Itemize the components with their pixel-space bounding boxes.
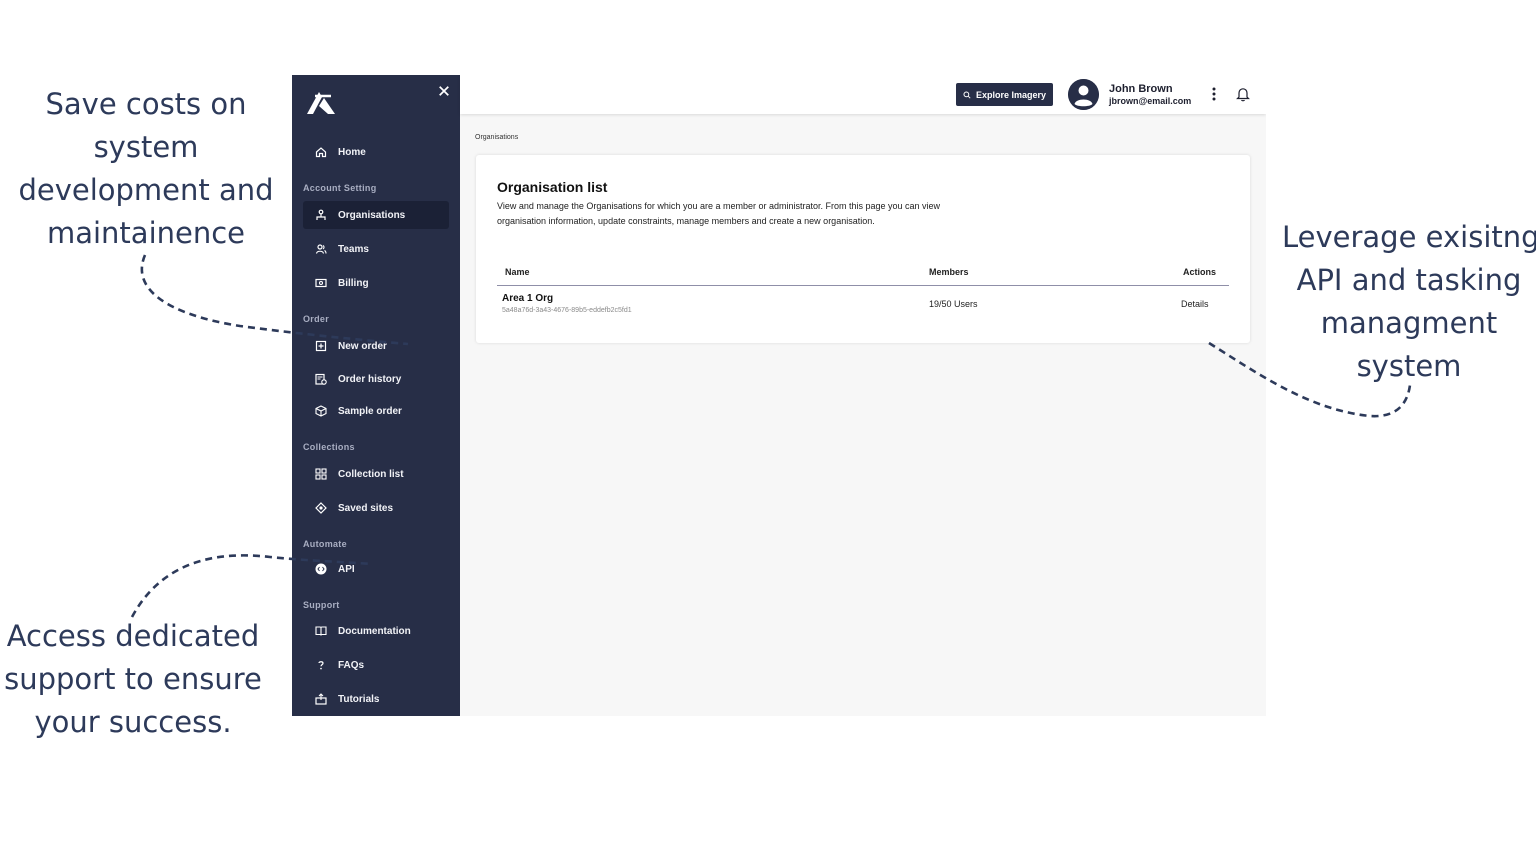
annotation-line: maintainence (46, 216, 246, 250)
annotation-line: managment (1320, 306, 1498, 340)
sidebar-item-new-order[interactable]: New order (303, 332, 449, 360)
column-header-actions: Actions (1183, 267, 1217, 277)
notification-bell-icon[interactable] (1236, 86, 1250, 102)
annotation-line: Access dedicated (6, 619, 260, 653)
search-icon (963, 90, 971, 99)
sidebar-item-label: Organisations (338, 209, 406, 221)
breadcrumb[interactable]: Organisations (475, 134, 518, 141)
sidebar-item-label: API (338, 563, 355, 575)
column-header-members: Members (929, 267, 969, 277)
description-line: View and manage the Organisations for wh… (497, 201, 941, 211)
user-avatar-icon[interactable] (1068, 79, 1099, 110)
column-header-name: Name (505, 267, 530, 277)
close-sidebar-button[interactable] (437, 85, 451, 99)
sidebar-item-label: Saved sites (338, 502, 394, 514)
sidebar-item-documentation[interactable]: Documentation (303, 617, 449, 645)
organisation-list-card: Organisation list View and manage the Or… (476, 155, 1250, 343)
annotation-line: support to ensure (4, 662, 262, 696)
row-org-id: 5a48a76d-3a43-4676-89b5-eddefb2c5fd1 (502, 307, 632, 314)
section-order: Order (303, 314, 330, 324)
row-org-name: Area 1 Org (502, 293, 554, 304)
sidebar-item-label: FAQs (338, 659, 365, 671)
close-icon (439, 86, 449, 96)
sidebar-item-label: Billing (338, 277, 369, 289)
page-description: View and manage the Organisations for wh… (497, 199, 1057, 229)
section-collections: Collections (303, 442, 355, 452)
sidebar-item-label: Home (338, 146, 366, 158)
sidebar-item-sample-order[interactable]: Sample order (303, 397, 449, 425)
user-email: jbrown@email.com (1109, 96, 1192, 106)
billing-icon (315, 277, 327, 289)
details-link[interactable]: Details (1181, 299, 1209, 309)
sidebar: Home Account Setting Organisations Teams… (292, 75, 460, 716)
header-divider (497, 285, 1229, 286)
annotation-support: Access dedicated support to ensure your … (0, 615, 266, 744)
annotation-line: your success. (34, 705, 232, 739)
sidebar-item-api[interactable]: API (303, 555, 449, 583)
collection-list-icon (315, 468, 327, 480)
new-order-icon (315, 340, 327, 352)
sidebar-item-order-history[interactable]: Order history (303, 365, 449, 393)
annotation-line: API and tasking (1296, 263, 1522, 297)
sidebar-item-label: Collection list (338, 468, 404, 480)
page-title: Organisation list (497, 179, 608, 195)
annotation-line: development and (18, 173, 274, 207)
explore-imagery-button[interactable]: Explore Imagery (956, 83, 1053, 106)
section-account-setting: Account Setting (303, 183, 377, 193)
sidebar-item-organisations[interactable]: Organisations (303, 201, 449, 229)
sidebar-item-label: Order history (338, 373, 402, 385)
sidebar-item-saved-sites[interactable]: Saved sites (303, 494, 449, 522)
sidebar-item-label: New order (338, 340, 387, 352)
annotation-leverage-api: Leverage exisitng API and tasking managm… (1282, 216, 1536, 388)
app-window: Home Account Setting Organisations Teams… (292, 75, 1266, 716)
sidebar-item-home[interactable]: Home (303, 138, 449, 166)
brand-logo-icon (307, 92, 335, 114)
faq-icon (315, 659, 327, 671)
row-members: 19/50 Users (929, 299, 978, 309)
sidebar-item-tutorials[interactable]: Tutorials (303, 685, 449, 713)
sample-order-icon (315, 405, 327, 417)
sidebar-item-label: Tutorials (338, 693, 380, 705)
annotation-line: Save costs on (45, 87, 247, 121)
home-icon (315, 146, 327, 158)
annotation-line: system (1356, 349, 1462, 383)
more-options-icon[interactable] (1208, 86, 1220, 102)
saved-sites-icon (315, 502, 327, 514)
sidebar-item-label: Sample order (338, 405, 402, 417)
sidebar-item-billing[interactable]: Billing (303, 269, 449, 297)
explore-imagery-label: Explore Imagery (975, 89, 1047, 100)
annotation-save-costs: Save costs on system development and mai… (0, 83, 292, 255)
sidebar-item-teams[interactable]: Teams (303, 235, 449, 263)
documentation-icon (315, 625, 327, 637)
user-name: John Brown (1109, 83, 1173, 95)
sidebar-item-label: Teams (338, 243, 369, 255)
teams-icon (315, 243, 327, 255)
annotation-line: Leverage exisitng (1282, 220, 1536, 254)
tutorials-icon (315, 693, 327, 705)
annotation-line: system (93, 130, 199, 164)
section-support: Support (303, 600, 340, 610)
api-icon (315, 563, 327, 575)
sidebar-item-label: Documentation (338, 625, 411, 637)
sidebar-item-faqs[interactable]: FAQs (303, 651, 449, 679)
order-history-icon (315, 373, 327, 385)
description-line: organisation information, update constra… (497, 216, 875, 226)
sidebar-item-collection-list[interactable]: Collection list (303, 460, 449, 488)
organisation-icon (315, 209, 327, 221)
section-automate: Automate (303, 539, 347, 549)
top-bar: Explore Imagery John Brown jbrown@email.… (460, 75, 1266, 114)
